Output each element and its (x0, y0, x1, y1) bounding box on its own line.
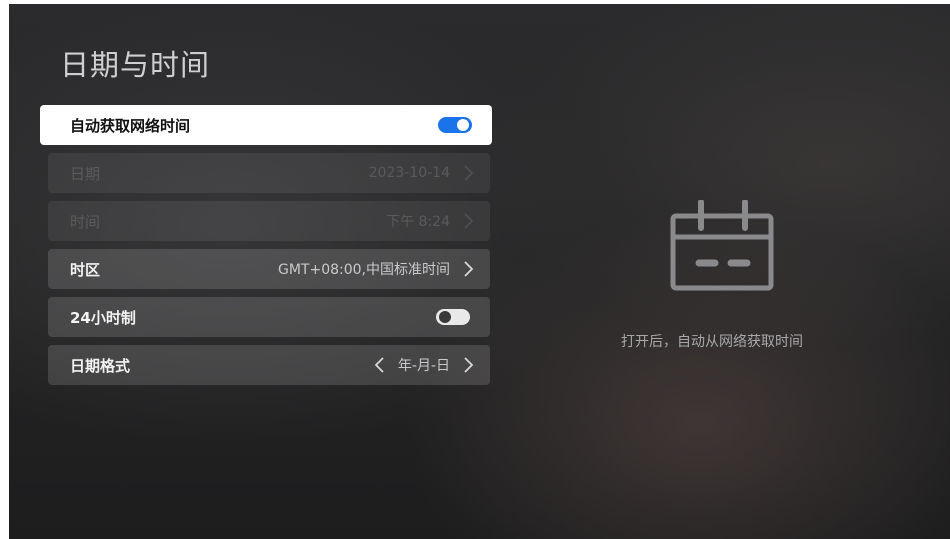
timezone-row[interactable]: 时区 GMT+08:00,中国标准时间 (48, 249, 490, 289)
auto-network-time-label: 自动获取网络时间 (70, 116, 191, 135)
hour24-toggle[interactable] (436, 309, 470, 325)
hour24-label: 24小时制 (70, 308, 136, 327)
date-time-settings-screen: 日期与时间 自动获取网络时间 日期 2023-10-14 时间 下午 8:24 … (9, 4, 950, 539)
auto-network-time-row[interactable]: 自动获取网络时间 (40, 105, 492, 145)
page-title: 日期与时间 (60, 48, 211, 82)
time-label: 时间 (70, 212, 101, 231)
hour24-row[interactable]: 24小时制 (48, 297, 490, 337)
chevron-right-icon[interactable] (460, 355, 476, 375)
auto-network-time-toggle[interactable] (438, 117, 472, 133)
toggle-knob (457, 119, 469, 131)
timezone-label: 时区 (70, 260, 101, 279)
chevron-left-icon[interactable] (372, 355, 388, 375)
date-row: 日期 2023-10-14 (48, 153, 490, 193)
date-format-row[interactable]: 日期格式 年-月-日 (48, 345, 490, 385)
hint-text: 打开后，自动从网络获取时间 (621, 334, 803, 350)
date-label: 日期 (70, 164, 101, 183)
chevron-right-icon[interactable] (460, 259, 476, 279)
settings-list: 自动获取网络时间 日期 2023-10-14 时间 下午 8:24 时区 GMT… (40, 105, 492, 393)
date-format-selector[interactable]: 年-月-日 (372, 355, 476, 375)
time-row: 时间 下午 8:24 (48, 201, 490, 241)
time-value: 下午 8:24 (386, 214, 450, 230)
date-format-value: 年-月-日 (397, 358, 450, 374)
date-value: 2023-10-14 (368, 165, 450, 181)
toggle-knob (439, 311, 451, 323)
timezone-value: GMT+08:00,中国标准时间 (277, 262, 450, 278)
chevron-right-icon (460, 163, 476, 183)
date-format-label: 日期格式 (70, 356, 131, 375)
calendar-icon (669, 199, 779, 296)
chevron-right-icon (460, 211, 476, 231)
